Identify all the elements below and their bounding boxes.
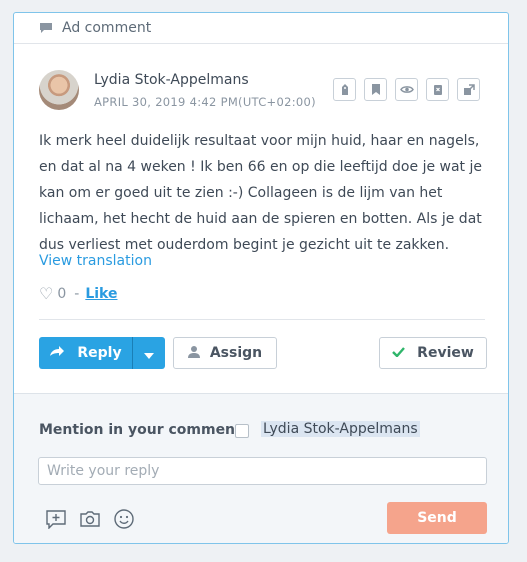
assign-label: Assign — [209, 345, 263, 361]
review-button[interactable]: Review — [379, 337, 487, 369]
delete-icon[interactable] — [426, 78, 449, 101]
mention-name[interactable]: Lydia Stok-Appelmans — [261, 421, 420, 437]
comment-icon — [39, 22, 53, 34]
reply-button-group: Reply — [39, 337, 165, 369]
mention-checkbox[interactable] — [235, 424, 249, 438]
user-icon — [187, 345, 200, 362]
header-title: Ad comment — [62, 20, 152, 36]
like-link[interactable]: Like — [85, 286, 117, 302]
reply-composer: Mention in your comment Lydia Stok-Appel… — [14, 393, 508, 543]
assign-button[interactable]: Assign — [173, 337, 277, 369]
chevron-down-icon — [144, 344, 154, 363]
like-separator: - — [74, 285, 80, 302]
avatar[interactable] — [39, 70, 79, 110]
reply-label: Reply — [77, 345, 122, 361]
author-name[interactable]: Lydia Stok-Appelmans — [94, 72, 249, 88]
ad-comment-card: Ad comment Lydia Stok-Appelmans APRIL 30… — [13, 12, 509, 544]
heart-icon[interactable]: ♡ — [39, 284, 53, 303]
composer-tools — [44, 507, 136, 531]
comment-post: Lydia Stok-Appelmans APRIL 30, 2019 4:42… — [14, 44, 508, 393]
likes-row: ♡ 0 - Like — [39, 284, 117, 303]
reply-button[interactable]: Reply — [39, 337, 132, 369]
bookmark-icon[interactable] — [364, 78, 387, 101]
eye-icon[interactable] — [395, 78, 418, 101]
emoji-icon[interactable] — [112, 507, 136, 531]
camera-icon[interactable] — [78, 507, 102, 531]
comment-text: Ik merk heel duidelijk resultaat voor mi… — [39, 133, 482, 253]
check-icon — [392, 345, 406, 361]
card-header: Ad comment — [14, 13, 508, 44]
reply-input[interactable] — [38, 457, 487, 485]
comment-date: APRIL 30, 2019 4:42 PM(UTC+02:00) — [94, 95, 316, 109]
mention-label: Mention in your comment — [39, 422, 242, 438]
like-count: 0 — [57, 285, 67, 302]
review-label: Review — [417, 345, 474, 361]
external-icon[interactable] — [457, 78, 480, 101]
reply-dropdown-button[interactable] — [132, 337, 165, 369]
reply-arrow-icon — [49, 345, 65, 361]
tag-icon[interactable] — [333, 78, 356, 101]
comment-actions — [333, 78, 480, 101]
divider — [39, 319, 485, 320]
send-button[interactable]: Send — [387, 502, 487, 534]
view-translation-link[interactable]: View translation — [39, 253, 152, 269]
add-comment-icon[interactable] — [44, 507, 68, 531]
